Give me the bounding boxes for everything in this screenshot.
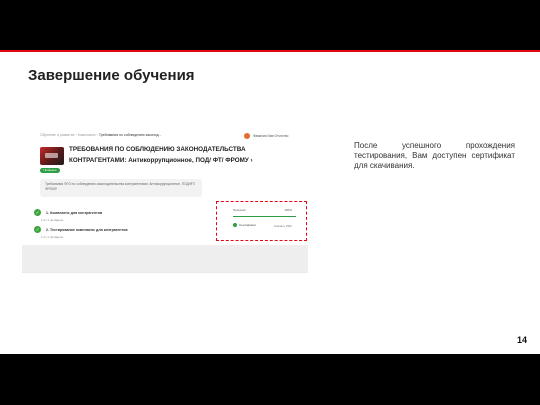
check-icon: ✓ xyxy=(34,209,41,216)
progress-bar-fill xyxy=(233,216,296,218)
chevron-right-icon[interactable]: › xyxy=(251,157,253,164)
module-progress: 1 из 1 пройдено xyxy=(41,235,64,239)
module-progress: 1 из 1 пройдено xyxy=(41,218,64,222)
certificate-label: Сертификат xyxy=(239,223,256,227)
page-number: 14 xyxy=(517,335,528,345)
certificate-icon xyxy=(233,223,237,227)
check-icon: ✓ xyxy=(34,226,41,233)
breadcrumb-current: Требования по соблюдению законод... xyxy=(98,133,162,137)
module-label[interactable]: 2. Тестирование комплаенс для контрагент… xyxy=(46,228,128,232)
progress-value: 100% xyxy=(284,208,292,212)
progress-label: Прогресс xyxy=(233,208,246,212)
breadcrumb-item[interactable]: Обучение и развитие xyxy=(40,133,75,137)
module-item[interactable]: ✓ 1. Комплаенс для контрагентов xyxy=(34,209,102,216)
status-badge: Пройдено xyxy=(40,168,60,173)
note-text: После успешного прохождения тестирования… xyxy=(354,141,515,170)
avatar[interactable] xyxy=(244,133,250,139)
certificate-block: Прогресс 100% Сертификат Скачать PDF xyxy=(233,208,296,235)
breadcrumb-item[interactable]: Комплаенс xyxy=(78,133,96,137)
breadcrumb: Обучение и развитие › Комплаенс › Требов… xyxy=(40,133,162,137)
course-thumbnail xyxy=(40,147,64,165)
download-certificate-link[interactable]: Скачать PDF xyxy=(274,224,292,228)
user-profile[interactable]: Фамилия Имя Отчество xyxy=(244,133,288,139)
module-label[interactable]: 1. Комплаенс для контрагентов xyxy=(46,211,102,215)
screenshot-footer-area xyxy=(22,245,308,272)
course-description: Требования ФГО по соблюдению законодател… xyxy=(40,179,202,197)
user-name[interactable]: Фамилия Имя Отчество xyxy=(253,134,288,138)
header-accent-line xyxy=(0,50,540,52)
certificate-row[interactable]: Сертификат Скачать PDF xyxy=(233,223,296,228)
slide-title: Завершение обучения xyxy=(28,67,195,84)
course-title: ТРЕБОВАНИЯ ПО СОБЛЮДЕНИЮ ЗАКОНОДАТЕЛЬСТВ… xyxy=(69,145,299,166)
module-item[interactable]: ✓ 2. Тестирование комплаенс для контраге… xyxy=(34,226,128,233)
course-title-text: ТРЕБОВАНИЯ ПО СОБЛЮДЕНИЮ ЗАКОНОДАТЕЛЬСТВ… xyxy=(69,146,249,164)
progress-bar xyxy=(233,216,296,218)
